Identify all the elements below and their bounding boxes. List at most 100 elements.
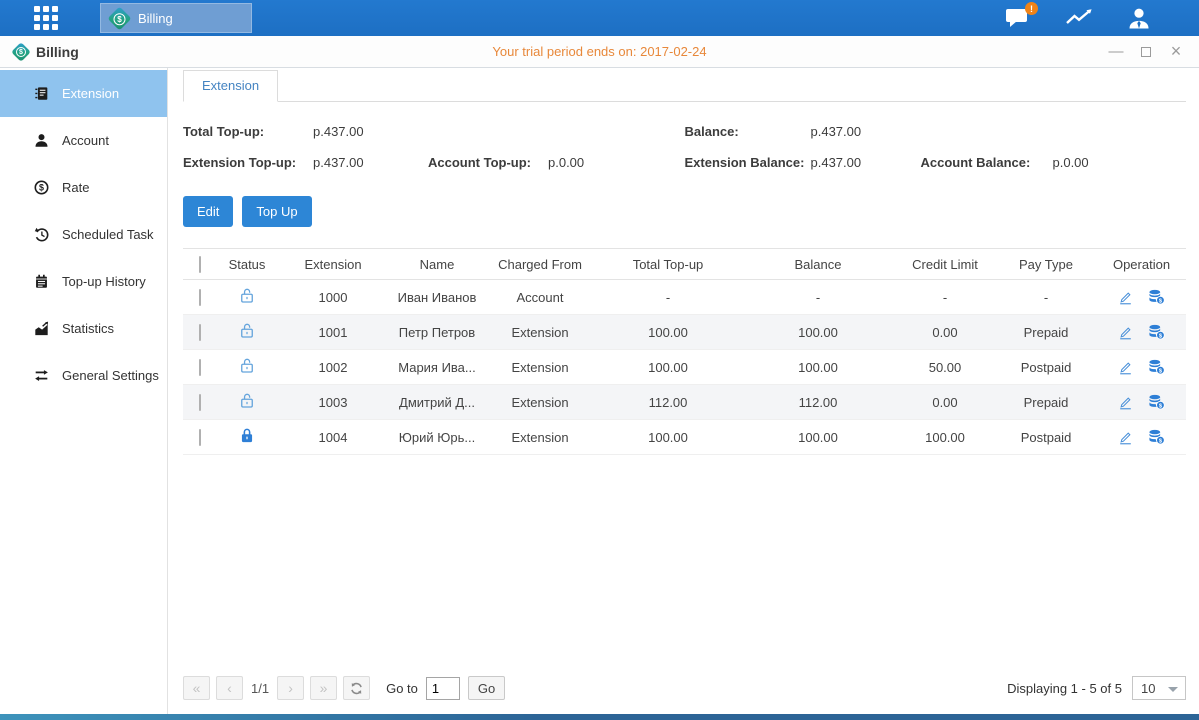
- app-menu-grid-icon[interactable]: [34, 6, 58, 30]
- sidebar-item-label: Top-up History: [62, 274, 146, 289]
- cell-charged-from: Extension: [485, 350, 595, 385]
- summary-panel: Total Top-up: p.437.00 Extension Top-up:…: [183, 121, 1186, 183]
- sidebar-item-scheduled-task[interactable]: Scheduled Task: [0, 211, 167, 258]
- lock-open-icon: [240, 357, 254, 374]
- cell-charged-from: Account: [485, 280, 595, 315]
- cell-extension: 1002: [277, 350, 389, 385]
- app-tab-billing[interactable]: $ Billing: [100, 3, 252, 33]
- maximize-icon[interactable]: [1141, 47, 1151, 57]
- col-extension: Extension: [277, 249, 389, 280]
- cell-pay-type: Prepaid: [995, 385, 1097, 420]
- cell-name: Юрий Юрь...: [389, 420, 485, 455]
- cell-total-topup: 100.00: [595, 420, 741, 455]
- row-checkbox[interactable]: [199, 429, 201, 446]
- col-credit-limit: Credit Limit: [895, 249, 995, 280]
- titlebar: $ Billing Your trial period ends on: 201…: [0, 36, 1199, 68]
- account-topup-label: Account Top-up:: [428, 155, 548, 170]
- cell-total-topup: 100.00: [595, 315, 741, 350]
- cell-credit-limit: 100.00: [895, 420, 995, 455]
- cell-balance: 100.00: [741, 315, 895, 350]
- notification-badge: !: [1025, 2, 1038, 15]
- refresh-button[interactable]: [343, 676, 370, 700]
- close-icon[interactable]: ×: [1169, 45, 1183, 59]
- cell-balance: 100.00: [741, 420, 895, 455]
- table-row: 1004 Юрий Юрь... Extension 100.00 100.00…: [183, 420, 1186, 455]
- cell-extension: 1000: [277, 280, 389, 315]
- last-page-button[interactable]: »: [310, 676, 337, 700]
- next-page-button[interactable]: ›: [277, 676, 304, 700]
- row-checkbox[interactable]: [199, 359, 201, 376]
- edit-pencil-icon[interactable]: [1118, 325, 1133, 340]
- cell-charged-from: Extension: [485, 385, 595, 420]
- top-up-coins-icon[interactable]: $: [1148, 289, 1165, 305]
- col-operation: Operation: [1097, 249, 1186, 280]
- account-icon: [33, 133, 49, 148]
- sidebar-item-topup-history[interactable]: Top-up History: [0, 258, 167, 305]
- sidebar-item-label: Account: [62, 133, 109, 148]
- statistics-icon: [33, 321, 49, 336]
- edit-pencil-icon[interactable]: [1118, 290, 1133, 305]
- reports-icon[interactable]: [1065, 8, 1093, 28]
- prev-page-button[interactable]: ‹: [216, 676, 243, 700]
- sidebar-item-label: Statistics: [62, 321, 114, 336]
- edit-button[interactable]: Edit: [183, 196, 233, 227]
- trial-notice: Your trial period ends on: 2017-02-24: [492, 44, 706, 59]
- summary-balance-column: Balance: p.437.00 Extension Balance: p.4…: [685, 121, 1187, 183]
- sidebar: Extension Account $ Rate Scheduled Task: [0, 68, 168, 714]
- cell-extension: 1001: [277, 315, 389, 350]
- account-topup-value: p.0.00: [548, 155, 584, 170]
- action-buttons: Edit Top Up: [183, 196, 1186, 227]
- table-header-row: Status Extension Name Charged From Total…: [183, 249, 1186, 280]
- cell-name: Мария Ива...: [389, 350, 485, 385]
- sidebar-item-general-settings[interactable]: General Settings: [0, 352, 167, 399]
- go-button[interactable]: Go: [468, 676, 505, 700]
- tab-extension[interactable]: Extension: [183, 70, 278, 102]
- cell-total-topup: -: [595, 280, 741, 315]
- tab-strip: Extension: [183, 68, 1186, 102]
- displaying-text: Displaying 1 - 5 of 5: [1007, 681, 1122, 696]
- cell-credit-limit: 50.00: [895, 350, 995, 385]
- cell-extension: 1003: [277, 385, 389, 420]
- col-total-topup: Total Top-up: [595, 249, 741, 280]
- minimize-icon[interactable]: —: [1109, 45, 1123, 59]
- lock-open-icon: [240, 322, 254, 339]
- goto-page-input[interactable]: [426, 677, 460, 700]
- page-size-select[interactable]: 10: [1132, 676, 1186, 700]
- extension-icon: [33, 86, 49, 101]
- cell-name: Дмитрий Д...: [389, 385, 485, 420]
- cell-credit-limit: -: [895, 280, 995, 315]
- row-checkbox[interactable]: [199, 289, 201, 306]
- goto-label: Go to: [386, 681, 418, 696]
- top-up-coins-icon[interactable]: $: [1148, 429, 1165, 445]
- first-page-button[interactable]: «: [183, 676, 210, 700]
- cell-pay-type: Postpaid: [995, 350, 1097, 385]
- select-all-checkbox[interactable]: [199, 256, 201, 273]
- billing-title-diamond-icon: $: [11, 42, 31, 62]
- top-up-coins-icon[interactable]: $: [1148, 394, 1165, 410]
- sidebar-item-label: Rate: [62, 180, 89, 195]
- top-up-coins-icon[interactable]: $: [1148, 324, 1165, 340]
- topbar-right-icons: !: [1005, 7, 1151, 29]
- user-icon[interactable]: [1127, 7, 1151, 29]
- edit-pencil-icon[interactable]: [1118, 360, 1133, 375]
- rate-icon: $: [33, 180, 49, 195]
- sidebar-item-rate[interactable]: $ Rate: [0, 164, 167, 211]
- scheduled-task-icon: [33, 227, 49, 242]
- pagination-bar: « ‹ 1/1 › » Go to Go Displaying 1 - 5 of…: [183, 676, 1186, 704]
- total-topup-value: p.437.00: [313, 124, 364, 139]
- window-bottom-edge: [0, 714, 1199, 720]
- window-title: Billing: [36, 44, 79, 60]
- sidebar-item-statistics[interactable]: Statistics: [0, 305, 167, 352]
- edit-pencil-icon[interactable]: [1118, 395, 1133, 410]
- sidebar-item-extension[interactable]: Extension: [0, 70, 167, 117]
- top-up-coins-icon[interactable]: $: [1148, 359, 1165, 375]
- sidebar-item-account[interactable]: Account: [0, 117, 167, 164]
- row-checkbox[interactable]: [199, 324, 201, 341]
- top-up-button[interactable]: Top Up: [242, 196, 311, 227]
- messages-icon[interactable]: !: [1005, 7, 1031, 29]
- row-checkbox[interactable]: [199, 394, 201, 411]
- main-content: Extension Total Top-up: p.437.00 Extensi…: [168, 68, 1199, 714]
- cell-total-topup: 112.00: [595, 385, 741, 420]
- edit-pencil-icon[interactable]: [1118, 430, 1133, 445]
- balance-label: Balance:: [685, 124, 811, 139]
